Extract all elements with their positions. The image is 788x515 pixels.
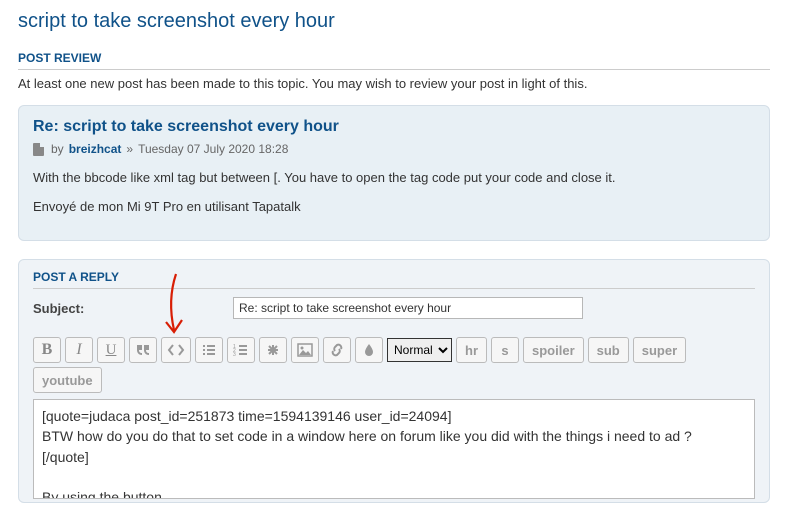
post-author[interactable]: breizhcat <box>69 142 122 156</box>
flash-button[interactable] <box>355 337 383 363</box>
image-icon <box>297 343 313 357</box>
by-label: by <box>51 142 64 156</box>
svg-text:3: 3 <box>233 352 236 357</box>
ordered-list-button[interactable]: 123 <box>227 337 255 363</box>
post-meta: by breizhcat » Tuesday 07 July 2020 18:2… <box>33 142 755 156</box>
code-icon <box>167 343 185 357</box>
ordered-list-icon: 123 <box>233 343 249 357</box>
strike-button[interactable]: s <box>491 337 519 363</box>
super-button[interactable]: super <box>633 337 686 363</box>
post-date: Tuesday 07 July 2020 18:28 <box>138 142 288 156</box>
post-icon <box>33 143 44 156</box>
bold-button[interactable]: B <box>33 337 61 363</box>
link-button[interactable] <box>323 337 351 363</box>
message-textarea[interactable] <box>33 399 755 499</box>
post-reply-heading: POST A REPLY <box>33 270 755 289</box>
link-icon <box>329 343 345 357</box>
underline-button[interactable]: U <box>97 337 125 363</box>
list-icon <box>201 343 217 357</box>
post-line-2: Envoyé de mon Mi 9T Pro en utilisant Tap… <box>33 199 755 214</box>
quote-icon <box>135 343 151 357</box>
droplet-icon <box>363 343 375 357</box>
spoiler-button[interactable]: spoiler <box>523 337 584 363</box>
subject-row: Subject: <box>33 297 755 319</box>
review-notice: At least one new post has been made to t… <box>18 76 770 91</box>
page-title[interactable]: script to take screenshot every hour <box>18 10 770 33</box>
post-line-1: With the bbcode like xml tag but between… <box>33 170 755 185</box>
font-size-select[interactable]: Normal <box>387 338 452 362</box>
list-item-button[interactable] <box>259 337 287 363</box>
image-button[interactable] <box>291 337 319 363</box>
subject-label: Subject: <box>33 301 233 316</box>
code-button[interactable] <box>161 337 191 363</box>
italic-button[interactable]: I <box>65 337 93 363</box>
youtube-button[interactable]: youtube <box>33 367 102 393</box>
meta-sep: » <box>126 142 133 156</box>
post-title[interactable]: Re: script to take screenshot every hour <box>33 118 755 136</box>
review-post: Re: script to take screenshot every hour… <box>18 105 770 241</box>
asterisk-icon <box>266 343 280 357</box>
list-button[interactable] <box>195 337 223 363</box>
post-body: With the bbcode like xml tag but between… <box>33 170 755 214</box>
subject-input[interactable] <box>233 297 583 319</box>
quote-button[interactable] <box>129 337 157 363</box>
sub-button[interactable]: sub <box>588 337 629 363</box>
post-review-heading: POST REVIEW <box>18 51 770 70</box>
editor-toolbar: B I U 123 Normal hr s spoiler <box>33 337 755 393</box>
hr-button[interactable]: hr <box>456 337 487 363</box>
reply-panel: POST A REPLY Subject: B I U 123 <box>18 259 770 503</box>
